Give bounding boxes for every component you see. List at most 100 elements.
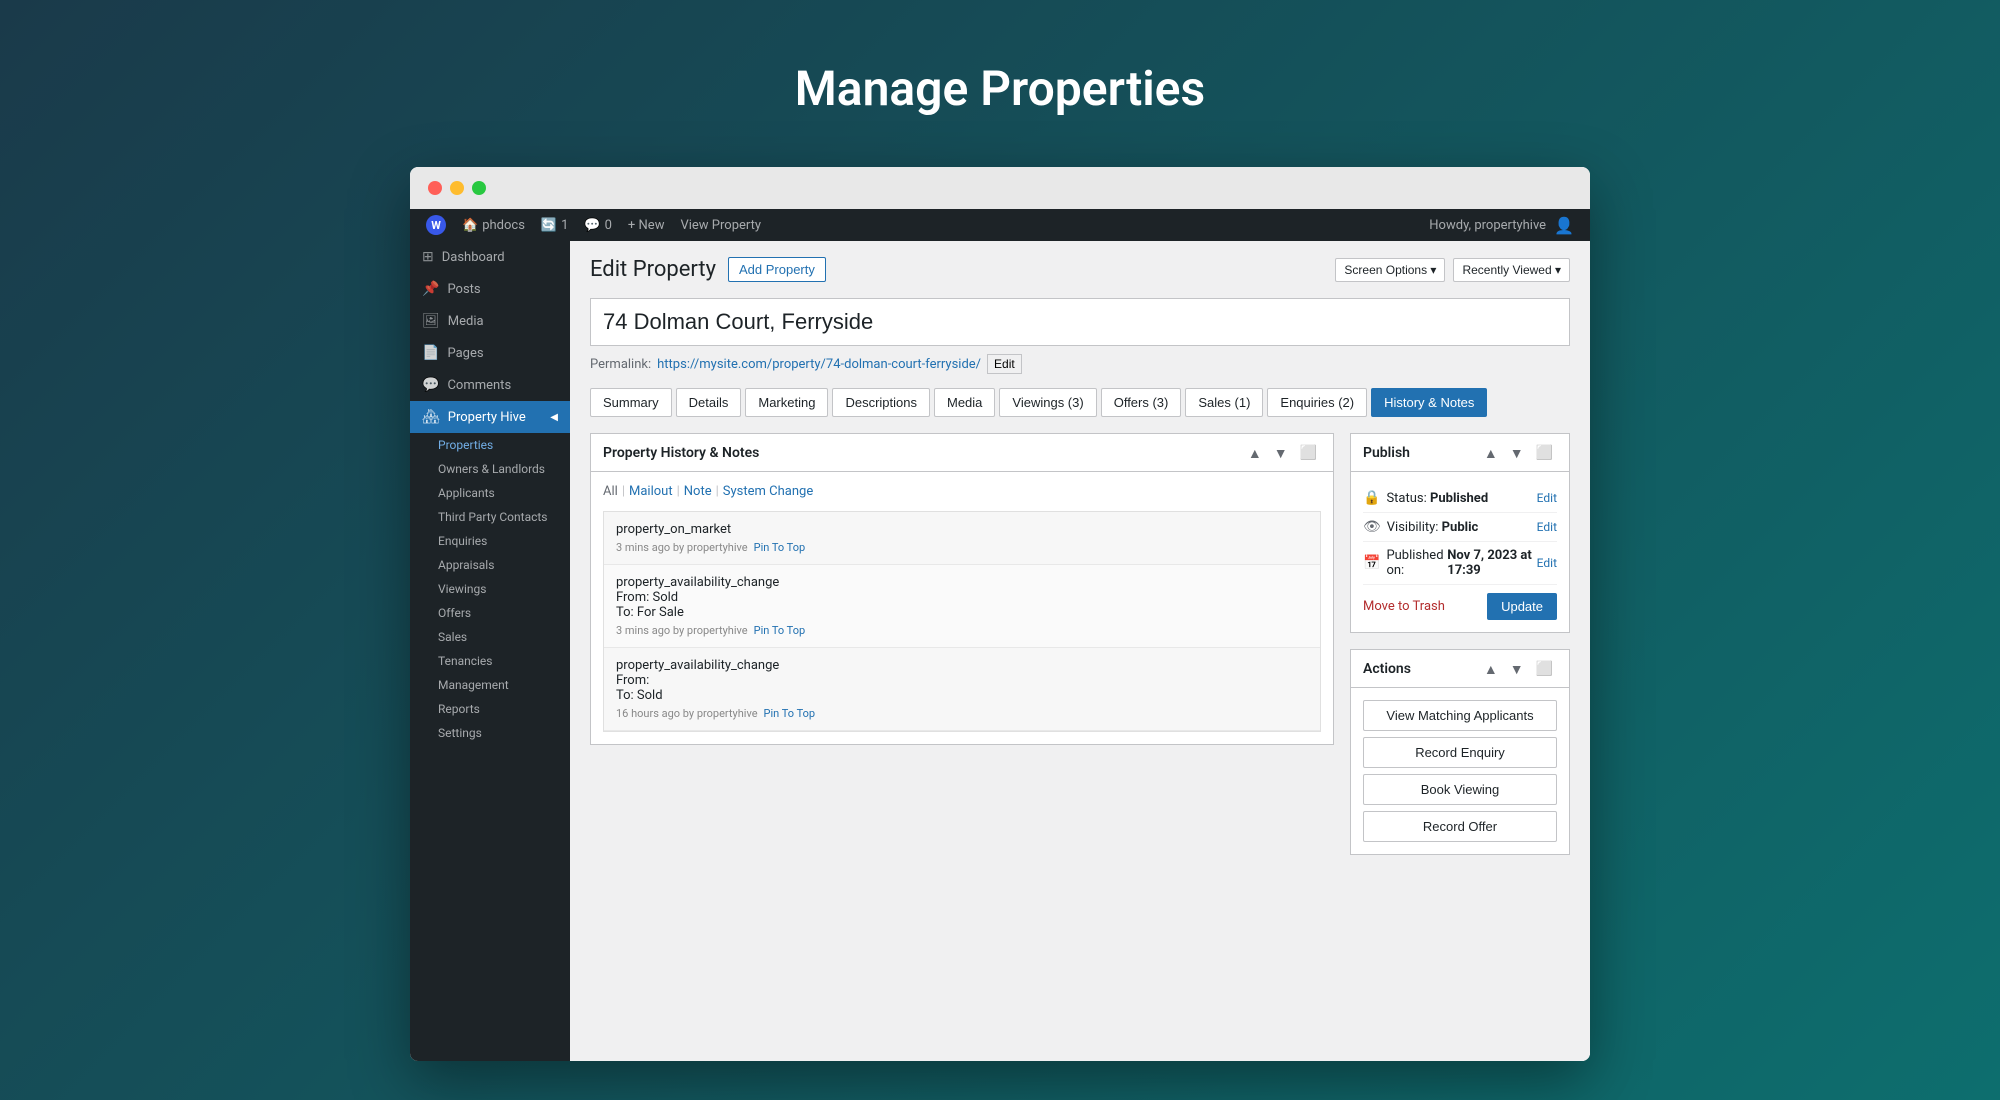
maximize-button[interactable] xyxy=(472,181,486,195)
sidebar-sub-owners-landlords[interactable]: Owners & Landlords xyxy=(410,457,570,481)
move-to-trash-link[interactable]: Move to Trash xyxy=(1363,599,1445,614)
filter-system-change[interactable]: System Change xyxy=(723,484,813,499)
published-edit-link[interactable]: Edit xyxy=(1537,556,1557,570)
wp-content: Edit Property Add Property Screen Option… xyxy=(570,241,1590,1061)
update-button[interactable]: Update xyxy=(1487,593,1557,620)
metabox-collapse-down[interactable]: ▼ xyxy=(1270,443,1292,463)
view-matching-applicants-button[interactable]: View Matching Applicants xyxy=(1363,700,1557,731)
actions-expand[interactable]: ⬜ xyxy=(1532,658,1557,679)
media-icon: 🖼 xyxy=(422,313,440,329)
tab-viewings[interactable]: Viewings (3) xyxy=(999,388,1096,417)
sidebar-sub-sales[interactable]: Sales xyxy=(410,625,570,649)
actions-collapse-down[interactable]: ▼ xyxy=(1506,659,1528,679)
sidebar-sub-tenancies[interactable]: Tenancies xyxy=(410,649,570,673)
publish-collapse-up[interactable]: ▲ xyxy=(1480,443,1502,463)
sidebar-sub-offers[interactable]: Offers xyxy=(410,601,570,625)
sidebar-sub-settings[interactable]: Settings xyxy=(410,721,570,745)
pages-icon: 📄 xyxy=(422,345,439,361)
updates-item[interactable]: 🔄 1 xyxy=(533,209,577,241)
sidebar-item-pages[interactable]: 📄 Pages xyxy=(410,337,570,369)
howdy-item[interactable]: Howdy, propertyhive 👤 xyxy=(1421,209,1582,241)
visibility-icon: 👁 xyxy=(1363,519,1381,535)
screen-options-button[interactable]: Screen Options ▾ xyxy=(1335,258,1445,282)
admin-bar-right: Howdy, propertyhive 👤 xyxy=(1421,209,1582,241)
history-entry-2: property_availability_change From: Sold … xyxy=(604,565,1320,648)
history-notes-header: Property History & Notes ▲ ▼ ⬜ xyxy=(591,434,1333,472)
tab-offers[interactable]: Offers (3) xyxy=(1101,388,1182,417)
view-property-item[interactable]: View Property xyxy=(672,209,769,241)
edit-slug-button[interactable]: Edit xyxy=(987,354,1022,374)
filter-mailout[interactable]: Mailout xyxy=(629,484,673,499)
right-panel: Publish ▲ ▼ ⬜ 🔒 Status: xyxy=(1350,433,1570,871)
sidebar-sub-properties[interactable]: Properties xyxy=(410,433,570,457)
filter-note[interactable]: Note xyxy=(684,484,712,499)
history-entry-text-1: property_on_market xyxy=(616,522,1308,537)
recently-viewed-button[interactable]: Recently Viewed ▾ xyxy=(1453,258,1570,282)
visibility-row: 👁 Visibility: Public Edit xyxy=(1363,513,1557,542)
tab-marketing[interactable]: Marketing xyxy=(745,388,828,417)
pin-to-top-1[interactable]: Pin To Top xyxy=(754,541,806,554)
sidebar-sub-management[interactable]: Management xyxy=(410,673,570,697)
record-enquiry-button[interactable]: Record Enquiry xyxy=(1363,737,1557,768)
status-edit-link[interactable]: Edit xyxy=(1537,491,1557,505)
sidebar-item-media[interactable]: 🖼 Media xyxy=(410,305,570,337)
actions-content: View Matching Applicants Record Enquiry … xyxy=(1351,688,1569,854)
comments-icon: 💬 xyxy=(422,377,439,393)
comments-item[interactable]: 💬 0 xyxy=(576,209,620,241)
status-row: 🔒 Status: Published Edit xyxy=(1363,484,1557,513)
content-header: Edit Property Add Property Screen Option… xyxy=(590,257,1570,282)
tab-media[interactable]: Media xyxy=(934,388,995,417)
close-button[interactable] xyxy=(428,181,442,195)
sidebar-sub-applicants[interactable]: Applicants xyxy=(410,481,570,505)
metabox-collapse-up[interactable]: ▲ xyxy=(1244,443,1266,463)
publish-content: 🔒 Status: Published Edit 👁 Visibility: xyxy=(1351,472,1569,632)
tab-details[interactable]: Details xyxy=(676,388,742,417)
sidebar: ⊞ Dashboard 📌 Posts 🖼 Media 📄 Pages 💬 Co… xyxy=(410,241,570,1061)
site-name[interactable]: 🏠 phdocs xyxy=(454,209,533,241)
sidebar-sub-appraisals[interactable]: Appraisals xyxy=(410,553,570,577)
posts-icon: 📌 xyxy=(422,281,439,297)
tab-summary[interactable]: Summary xyxy=(590,388,672,417)
metabox-expand[interactable]: ⬜ xyxy=(1296,442,1321,463)
history-scrollable[interactable]: property_on_market 3 mins ago by propert… xyxy=(603,511,1321,732)
sidebar-sub-enquiries[interactable]: Enquiries xyxy=(410,529,570,553)
top-right-buttons: Screen Options ▾ Recently Viewed ▾ xyxy=(1335,258,1570,282)
home-icon: 🏠 xyxy=(462,218,478,233)
pin-to-top-3[interactable]: Pin To Top xyxy=(764,707,816,720)
record-offer-button[interactable]: Record Offer xyxy=(1363,811,1557,842)
actions-controls: ▲ ▼ ⬜ xyxy=(1480,658,1557,679)
sidebar-sub-viewings[interactable]: Viewings xyxy=(410,577,570,601)
main-panel: Property History & Notes ▲ ▼ ⬜ All | xyxy=(590,433,1334,871)
wp-logo[interactable]: W xyxy=(418,209,454,241)
sidebar-item-comments[interactable]: 💬 Comments xyxy=(410,369,570,401)
sidebar-item-dashboard[interactable]: ⊞ Dashboard xyxy=(410,241,570,273)
pin-to-top-2[interactable]: Pin To Top xyxy=(754,624,806,637)
sidebar-item-posts[interactable]: 📌 Posts xyxy=(410,273,570,305)
book-viewing-button[interactable]: Book Viewing xyxy=(1363,774,1557,805)
visibility-edit-link[interactable]: Edit xyxy=(1537,520,1557,534)
actions-collapse-up[interactable]: ▲ xyxy=(1480,659,1502,679)
publish-controls: ▲ ▼ ⬜ xyxy=(1480,442,1557,463)
tab-sales[interactable]: Sales (1) xyxy=(1185,388,1263,417)
actions-title: Actions xyxy=(1363,661,1411,677)
chevron-icon: ◀ xyxy=(550,412,558,423)
tab-history-notes[interactable]: History & Notes xyxy=(1371,388,1487,417)
permalink-url[interactable]: https://mysite.com/property/74-dolman-co… xyxy=(657,357,981,372)
sidebar-sub-reports[interactable]: Reports xyxy=(410,697,570,721)
publish-collapse-down[interactable]: ▼ xyxy=(1506,443,1528,463)
minimize-button[interactable] xyxy=(450,181,464,195)
dashboard-icon: ⊞ xyxy=(422,249,434,265)
property-hive-icon: 🏘 xyxy=(422,409,440,425)
history-entry-3: property_availability_change From: To: S… xyxy=(604,648,1320,731)
tab-descriptions[interactable]: Descriptions xyxy=(832,388,930,417)
tab-enquiries[interactable]: Enquiries (2) xyxy=(1267,388,1367,417)
publish-header: Publish ▲ ▼ ⬜ xyxy=(1351,434,1569,472)
add-property-button[interactable]: Add Property xyxy=(728,257,826,282)
wp-layout: ⊞ Dashboard 📌 Posts 🖼 Media 📄 Pages 💬 Co… xyxy=(410,241,1590,1061)
property-title-input[interactable] xyxy=(590,298,1570,346)
sidebar-sub-third-party[interactable]: Third Party Contacts xyxy=(410,505,570,529)
sidebar-item-property-hive[interactable]: 🏘 Property Hive ◀ xyxy=(410,401,570,433)
history-entry-text-2: property_availability_change From: Sold … xyxy=(616,575,1308,620)
publish-expand[interactable]: ⬜ xyxy=(1532,442,1557,463)
new-item[interactable]: + New xyxy=(620,209,673,241)
